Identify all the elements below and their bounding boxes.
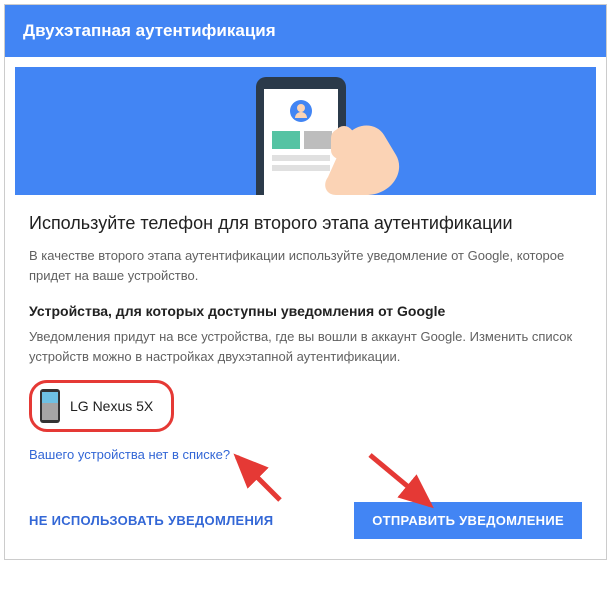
- phone-hand-icon: [196, 67, 416, 195]
- header-title: Двухэтапная аутентификация: [23, 21, 276, 40]
- action-row: НЕ ИСПОЛЬЗОВАТЬ УВЕДОМЛЕНИЯ ОТПРАВИТЬ УВ…: [29, 502, 582, 539]
- device-name: LG Nexus 5X: [70, 398, 153, 414]
- devices-description: Уведомления придут на все устройства, гд…: [29, 327, 582, 366]
- device-item[interactable]: LG Nexus 5X: [29, 380, 174, 432]
- dont-use-button[interactable]: НЕ ИСПОЛЬЗОВАТЬ УВЕДОМЛЕНИЯ: [29, 513, 273, 528]
- send-notification-button[interactable]: ОТПРАВИТЬ УВЕДОМЛЕНИЕ: [354, 502, 582, 539]
- card-header: Двухэтапная аутентификация: [5, 5, 606, 57]
- two-step-card: Двухэтапная аутентификация Используйте т…: [4, 4, 607, 560]
- card-content: Используйте телефон для второго этапа ау…: [5, 195, 606, 559]
- hero-illustration: [15, 67, 596, 195]
- devices-heading: Устройства, для которых доступны уведомл…: [29, 303, 582, 319]
- device-missing-link[interactable]: Вашего устройства нет в списке?: [29, 447, 230, 462]
- phone-icon: [40, 389, 60, 423]
- content-description: В качестве второго этапа аутентификации …: [29, 246, 582, 285]
- content-title: Используйте телефон для второго этапа ау…: [29, 213, 582, 234]
